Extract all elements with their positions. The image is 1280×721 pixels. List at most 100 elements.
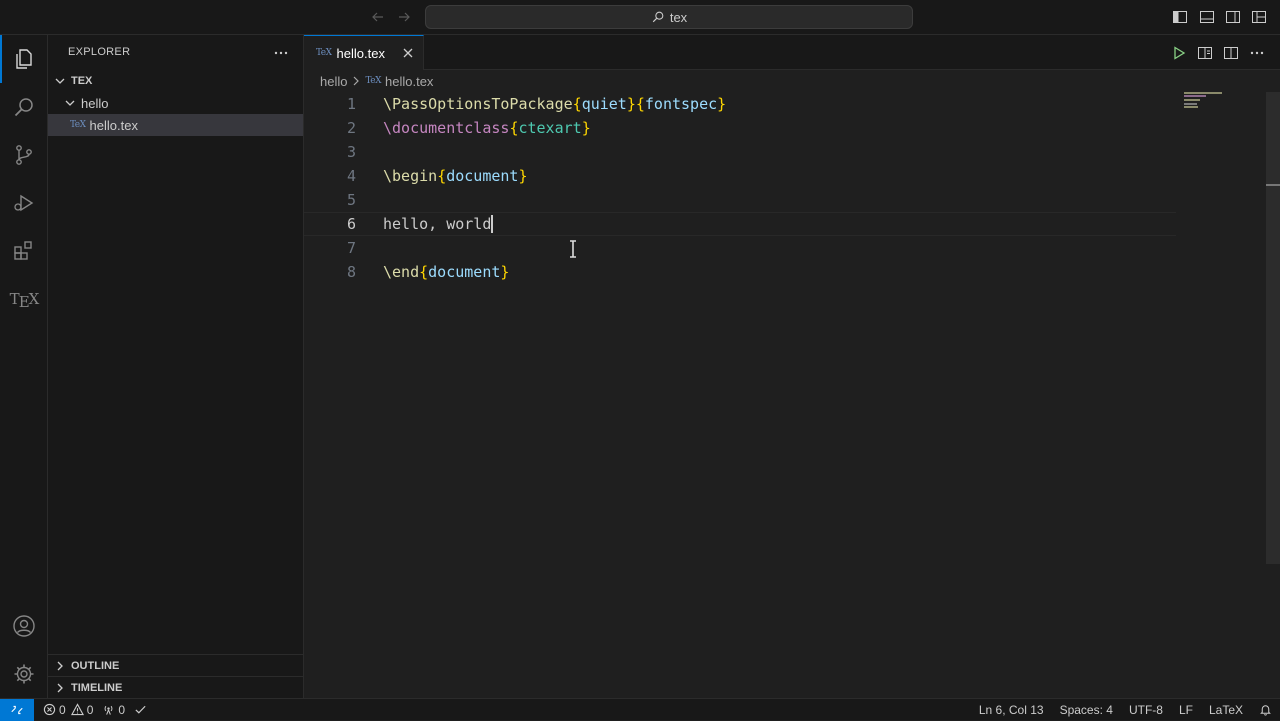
code-editor[interactable]: 1 \PassOptionsToPackage{quiet}{fontspec}…	[304, 92, 1280, 698]
workspace-root-label: TEX	[71, 75, 93, 87]
tex-workshop-icon[interactable]: TEX	[0, 275, 48, 323]
scrollbar-thumb[interactable]	[1266, 92, 1280, 564]
encoding[interactable]: UTF-8	[1129, 703, 1163, 717]
error-icon	[43, 703, 56, 716]
folder-hello[interactable]: hello	[48, 92, 303, 114]
ports-indicator[interactable]: 0	[102, 703, 125, 717]
command-center-search[interactable]: tex	[425, 5, 913, 29]
code-line: 8 \end{document}	[304, 260, 1176, 284]
breadcrumb-folder[interactable]: hello	[320, 74, 347, 89]
end-of-line[interactable]: LF	[1179, 703, 1193, 717]
tab-label: hello.tex	[336, 45, 385, 61]
chevron-right-icon	[52, 658, 68, 674]
editor-tabs: TeX hello.tex	[304, 35, 1280, 70]
code-text: \begin{document}	[383, 167, 528, 185]
latex-argument: document	[428, 263, 501, 281]
latex-argument: quiet	[581, 95, 627, 113]
latex-argument: ctexart	[518, 119, 582, 137]
check-icon	[134, 703, 147, 716]
chevron-right-icon	[52, 680, 68, 696]
code-line: 2 \documentclass{ctexart}	[304, 116, 1176, 140]
breadcrumb: hello TeX hello.tex	[304, 70, 1280, 92]
toggle-panel-icon[interactable]	[1199, 9, 1215, 25]
close-icon[interactable]	[401, 46, 415, 60]
plain-text: hello, world	[383, 214, 492, 233]
tex-file-icon: TeX	[316, 48, 332, 58]
toggle-primary-sidebar-icon[interactable]	[1172, 9, 1188, 25]
toggle-secondary-sidebar-icon[interactable]	[1225, 9, 1241, 25]
language-mode[interactable]: LaTeX	[1209, 703, 1243, 717]
code-text: \end{document}	[383, 263, 510, 281]
code-line: 7	[304, 236, 1176, 260]
code-line: 3	[304, 140, 1176, 164]
chevron-right-icon	[349, 74, 363, 88]
command-center-text: tex	[669, 9, 688, 25]
status-bar-right: Ln 6, Col 13 Spaces: 4 UTF-8 LF LaTeX	[979, 699, 1280, 720]
folder-label: hello	[81, 95, 109, 111]
code-line: 5	[304, 188, 1176, 212]
open-preview-icon[interactable]	[1197, 45, 1213, 61]
forward-arrow-icon[interactable]	[396, 9, 412, 25]
search-icon	[651, 10, 665, 24]
breadcrumb-file[interactable]: hello.tex	[385, 74, 433, 89]
check-indicator[interactable]	[134, 703, 147, 716]
text-cursor	[491, 215, 494, 234]
account-icon[interactable]	[0, 602, 48, 650]
back-arrow-icon[interactable]	[370, 9, 386, 25]
source-control-icon[interactable]	[0, 131, 48, 179]
explorer-sidebar: EXPLORER TEX hello TeX hello.tex OUTLINE…	[48, 35, 304, 698]
outline-label: OUTLINE	[71, 659, 120, 672]
line-number: 5	[346, 191, 356, 209]
warning-icon	[70, 703, 84, 716]
line-number: 8	[346, 263, 356, 281]
run-icon[interactable]	[1171, 45, 1187, 61]
tab-hello-tex[interactable]: TeX hello.tex	[304, 35, 424, 70]
remote-indicator-icon[interactable]	[0, 698, 34, 721]
line-number: 2	[346, 119, 356, 137]
latex-command: \documentclass	[383, 119, 510, 137]
ibeam-cursor-icon	[568, 240, 578, 258]
explorer-icon[interactable]	[0, 35, 48, 83]
cursor-position-marker	[1266, 184, 1280, 186]
line-number: 4	[346, 167, 356, 185]
customize-layout-icon[interactable]	[1251, 9, 1267, 25]
latex-command: \PassOptionsToPackage	[383, 95, 573, 113]
workspace-root[interactable]: TEX	[48, 70, 303, 92]
chevron-down-icon	[52, 73, 68, 89]
code-text: \PassOptionsToPackage{quiet}{fontspec}	[383, 95, 727, 113]
status-bar: 0 0 0 Ln 6, Col 13 Spaces: 4 UTF-8 LF La…	[0, 698, 1280, 721]
code-text: hello, world	[383, 214, 494, 234]
latex-command: \begin	[383, 167, 438, 185]
minimap[interactable]	[1184, 92, 1244, 122]
sidebar-title: EXPLORER	[68, 46, 131, 58]
more-actions-icon[interactable]	[273, 45, 289, 61]
chevron-down-icon	[62, 95, 78, 111]
extensions-icon[interactable]	[0, 227, 48, 275]
bell-icon[interactable]	[1259, 703, 1272, 716]
outline-section[interactable]: OUTLINE	[48, 654, 303, 676]
file-hello-tex[interactable]: TeX hello.tex	[48, 114, 303, 136]
search-icon[interactable]	[0, 83, 48, 131]
indentation[interactable]: Spaces: 4	[1060, 703, 1113, 717]
code-text: \documentclass{ctexart}	[383, 119, 591, 137]
split-editor-icon[interactable]	[1223, 45, 1239, 61]
line-number: 3	[346, 143, 356, 161]
title-bar: tex	[0, 0, 1280, 35]
line-number: 1	[346, 95, 356, 113]
timeline-section[interactable]: TIMELINE	[48, 676, 303, 698]
problems-indicator[interactable]: 0 0	[43, 703, 93, 717]
run-debug-icon[interactable]	[0, 179, 48, 227]
ports-count: 0	[118, 702, 126, 717]
more-actions-icon[interactable]	[1249, 45, 1265, 61]
tex-file-icon: TeX	[365, 76, 382, 86]
vertical-scrollbar[interactable]	[1266, 92, 1280, 698]
latex-command: \end	[383, 263, 420, 281]
latex-argument: document	[446, 167, 519, 185]
timeline-label: TIMELINE	[71, 681, 123, 694]
cursor-position[interactable]: Ln 6, Col 13	[979, 703, 1044, 717]
activity-bar: TEX	[0, 35, 48, 698]
tex-file-icon: TeX	[70, 120, 86, 130]
current-code-line: 6 hello, world	[304, 212, 1176, 236]
latex-argument: fontspec	[644, 95, 718, 113]
gear-icon[interactable]	[0, 650, 48, 698]
